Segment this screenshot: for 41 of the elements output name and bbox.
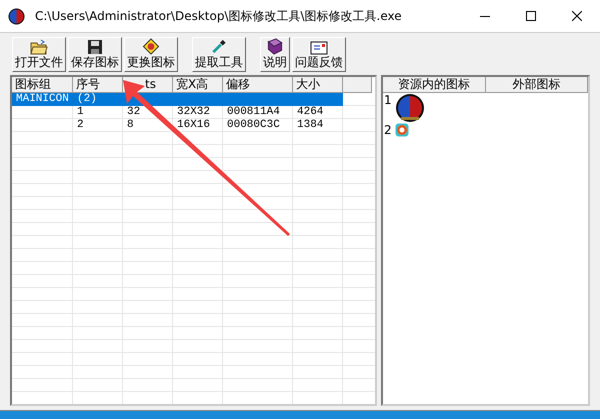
folder-icon	[30, 39, 48, 55]
table-cell-text: 32X32	[176, 106, 212, 119]
envelope-icon	[310, 41, 328, 55]
header-filler	[343, 77, 372, 93]
table-cell-text: 16X16	[176, 119, 212, 132]
toolbar-button[interactable]: 问题反馈	[292, 37, 346, 72]
column-header[interactable]: 宽X高	[173, 77, 223, 93]
table-row[interactable]: 1 32 32X32 000811A4 4264	[12, 106, 375, 119]
table-cell-text: 00080C3C	[226, 119, 281, 132]
globe-icon	[394, 93, 425, 123]
table-cell-text: 32	[126, 106, 142, 119]
column-header[interactable]: 外部图标	[486, 77, 588, 93]
maximize-icon[interactable]	[526, 11, 536, 21]
toolbar-button[interactable]: 打开文件	[12, 37, 66, 72]
icon-index: 2	[384, 123, 392, 137]
dropper-icon	[210, 38, 228, 55]
toolbar-button[interactable]: 更换图标	[124, 37, 178, 72]
table-row[interactable]: MAINICON (2)	[12, 93, 375, 106]
column-header[interactable]: 偏移	[223, 77, 293, 93]
table-cell-text: 000811A4	[226, 106, 281, 119]
table-cell: (2)	[73, 93, 123, 106]
window-title: C:\Users\Administrator\Desktop\图标修改工具\图标修改工具.exe	[35, 8, 402, 24]
table-cell-text: 1384	[296, 119, 324, 132]
toolbar-button[interactable]: 说明	[260, 37, 290, 72]
target-icon	[394, 123, 409, 137]
column-header[interactable]: 序号	[73, 77, 123, 93]
table-cell-text: 1	[76, 106, 85, 119]
column-header[interactable]: 资源内的图标	[383, 77, 486, 93]
toolbar-button[interactable]: 提取工具	[192, 37, 246, 72]
app-icon	[8, 8, 25, 24]
table-cell-text: 8	[126, 119, 135, 132]
column-header[interactable]: 大小	[293, 77, 343, 93]
icon-index: 1	[384, 93, 392, 107]
table-cell: MAINICON	[12, 93, 73, 106]
table-row[interactable]: 2 8 16X16 00080C3C 1384	[12, 119, 375, 132]
toolbar-button[interactable]: 保存图标	[68, 37, 122, 72]
table-cell-text: 4264	[296, 106, 324, 119]
close-icon[interactable]	[572, 11, 582, 21]
column-header[interactable]: 图标组	[12, 77, 73, 93]
table-cell-text: 2	[76, 119, 85, 132]
diamond-icon	[142, 38, 160, 55]
